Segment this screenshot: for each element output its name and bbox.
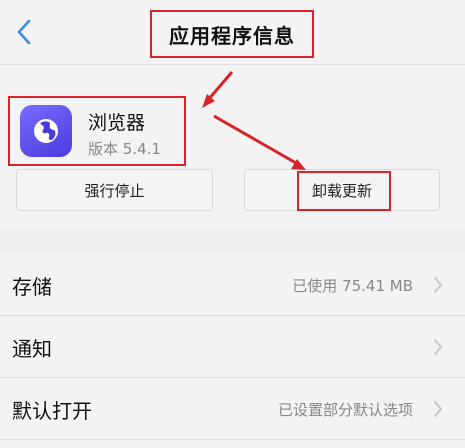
back-button[interactable] — [6, 14, 42, 50]
row-label: 存储 — [12, 275, 52, 299]
settings-list: 存储 已使用 75.41 MB 通知 默认打开 已设置部分默认选项 — [0, 254, 465, 440]
row-value: 已使用 75.41 MB — [292, 277, 413, 295]
header-bar: 应用程序信息 — [0, 0, 465, 65]
chevron-right-icon — [434, 401, 442, 417]
section-gap — [0, 230, 465, 254]
row-value: 已设置部分默认选项 — [277, 401, 413, 419]
settings-row-open-by-default[interactable]: 默认打开 已设置部分默认选项 — [0, 378, 465, 440]
chevron-right-icon — [434, 277, 442, 293]
force-stop-button[interactable]: 强行停止 — [16, 169, 213, 211]
uninstall-updates-button[interactable]: 卸载更新 — [244, 169, 440, 211]
row-label: 默认打开 — [12, 399, 92, 423]
app-name: 浏览器 — [88, 112, 146, 134]
title-highlight-box: 应用程序信息 — [150, 10, 314, 58]
settings-row-notifications[interactable]: 通知 — [0, 316, 465, 378]
app-version: 版本 5.4.1 — [88, 140, 161, 158]
app-info-card: 浏览器 版本 5.4.1 强行停止 卸载更新 — [0, 65, 465, 230]
chevron-left-icon — [17, 19, 31, 45]
chevron-right-icon — [434, 339, 442, 355]
page-title: 应用程序信息 — [169, 23, 295, 48]
uninstall-updates-label: 卸载更新 — [311, 181, 372, 200]
app-highlight-box: 浏览器 版本 5.4.1 — [8, 96, 186, 166]
app-icon — [20, 105, 72, 157]
force-stop-label: 强行停止 — [84, 181, 145, 200]
globe-icon — [34, 119, 58, 143]
row-label: 通知 — [12, 337, 52, 361]
settings-row-storage[interactable]: 存储 已使用 75.41 MB — [0, 254, 465, 316]
